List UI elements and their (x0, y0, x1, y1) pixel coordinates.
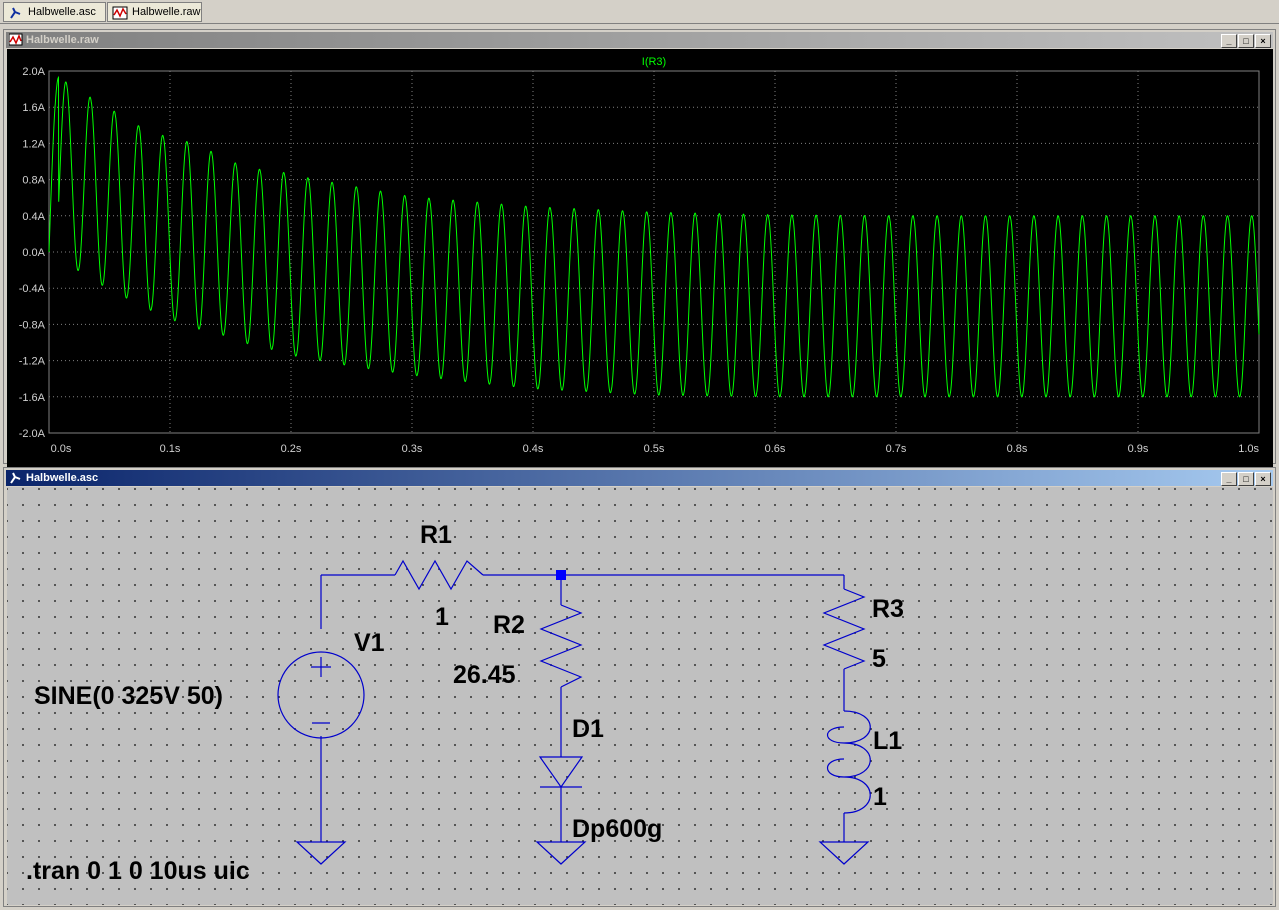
r1-value[interactable]: 1 (435, 603, 449, 631)
schematic-drawing[interactable]: R1 1 R2 26.45 R3 5 D1 Dp600g L1 1 V1 SIN… (7, 487, 1273, 905)
y-axis-ticks: 2.0A 1.6A 1.2A 0.8A 0.4A 0.0A -0.4A -0.8A -1.2A -… (19, 66, 46, 440)
voltage-source-v1[interactable] (277, 651, 365, 739)
document-tab-bar: Halbwelle.asc Halbwelle.raw (0, 0, 1279, 24)
tab-waveform-label: Halbwelle.raw (132, 6, 201, 18)
plot-grid (48, 70, 1260, 434)
l1-value[interactable]: 1 (873, 783, 887, 811)
resistor-r2[interactable] (539, 604, 583, 688)
ground-symbol[interactable] (818, 841, 870, 865)
schematic-window: Halbwelle.asc _ □ × R1 1 R2 26.45 R3 5 D… (3, 467, 1276, 907)
y-tick-label: 1.2A (22, 138, 45, 150)
x-tick-label: 0.0s (51, 443, 72, 455)
tab-waveform[interactable]: Halbwelle.raw (107, 2, 202, 22)
waveform-window: Halbwelle.raw _ □ × 2.0A 1.6A 1.2A 0.8A 0.4A 0.… (3, 29, 1276, 490)
y-tick-label: 0.4A (22, 211, 45, 223)
diode-d1[interactable] (538, 756, 584, 789)
r3-value[interactable]: 5 (872, 645, 886, 673)
resistor-r3[interactable] (822, 588, 866, 670)
r2-value[interactable]: 26.45 (453, 661, 516, 689)
r1-name[interactable]: R1 (420, 521, 452, 549)
minimize-button[interactable]: _ (1221, 34, 1237, 48)
tab-schematic[interactable]: Halbwelle.asc (3, 2, 106, 22)
tab-schematic-label: Halbwelle.asc (28, 6, 96, 18)
close-button[interactable]: × (1255, 472, 1271, 486)
trace-label[interactable]: I(R3) (642, 56, 666, 68)
plot-pane[interactable]: 2.0A 1.6A 1.2A 0.8A 0.4A 0.0A -0.4A -0.8A -1.2A -… (7, 49, 1273, 490)
v1-name[interactable]: V1 (354, 629, 385, 657)
y-tick-label: -0.4A (19, 283, 46, 295)
r3-name[interactable]: R3 (872, 595, 904, 623)
x-tick-label: 0.1s (160, 443, 181, 455)
ground-symbol[interactable] (535, 841, 587, 865)
junction-node[interactable] (556, 570, 566, 580)
y-tick-label: 0.8A (22, 175, 45, 187)
maximize-button[interactable]: □ (1238, 34, 1254, 48)
schematic-titlebar[interactable]: Halbwelle.asc _ □ × (6, 470, 1273, 486)
y-tick-label: -0.8A (19, 319, 46, 331)
x-axis-ticks: 0.0s 0.1s 0.2s 0.3s 0.4s 0.5s 0.6s 0.7s 0.8s 0.9s… (51, 443, 1260, 455)
trace-i-r3[interactable] (48, 75, 1260, 398)
x-tick-label: 0.5s (644, 443, 665, 455)
x-tick-label: 0.9s (1128, 443, 1149, 455)
spice-directive[interactable]: .tran 0 1 0 10us uic (26, 857, 250, 885)
waveform-icon (112, 6, 128, 20)
y-tick-label: 0.0A (22, 247, 45, 259)
waveform-plot[interactable]: 2.0A 1.6A 1.2A 0.8A 0.4A 0.0A -0.4A -0.8A -1.2A -… (7, 49, 1273, 459)
waveform-titlebar[interactable]: Halbwelle.raw _ □ × (6, 32, 1273, 48)
d1-name[interactable]: D1 (572, 715, 604, 743)
l1-name[interactable]: L1 (873, 727, 902, 755)
minimize-button[interactable]: _ (1221, 472, 1237, 486)
y-tick-label: -2.0A (19, 428, 46, 440)
schematic-window-title: Halbwelle.asc (26, 472, 99, 484)
y-tick-label: -1.2A (19, 356, 46, 368)
x-tick-label: 0.3s (402, 443, 423, 455)
resistor-r1[interactable] (394, 559, 484, 591)
r2-name[interactable]: R2 (493, 611, 525, 639)
x-tick-label: 0.7s (886, 443, 907, 455)
maximize-button[interactable]: □ (1238, 472, 1254, 486)
x-tick-label: 0.4s (523, 443, 544, 455)
y-tick-label: 2.0A (22, 66, 45, 78)
waveform-window-title: Halbwelle.raw (26, 34, 99, 46)
inductor-l1[interactable] (826, 710, 871, 814)
schematic-icon (10, 7, 21, 19)
close-button[interactable]: × (1255, 34, 1271, 48)
ground-symbol[interactable] (295, 841, 347, 865)
x-tick-label: 0.8s (1007, 443, 1028, 455)
x-tick-label: 1.0s (1238, 443, 1259, 455)
y-tick-label: 1.6A (22, 102, 45, 114)
x-tick-label: 0.6s (765, 443, 786, 455)
wire-top[interactable] (320, 574, 844, 595)
d1-value[interactable]: Dp600g (572, 815, 662, 843)
schematic-icon (10, 472, 21, 484)
x-tick-label: 0.2s (281, 443, 302, 455)
y-tick-label: -1.6A (19, 392, 46, 404)
waveform-icon (9, 33, 23, 46)
schematic-canvas[interactable]: R1 1 R2 26.45 R3 5 D1 Dp600g L1 1 V1 SIN… (7, 487, 1273, 905)
v1-value[interactable]: SINE(0 325V 50) (34, 682, 223, 710)
